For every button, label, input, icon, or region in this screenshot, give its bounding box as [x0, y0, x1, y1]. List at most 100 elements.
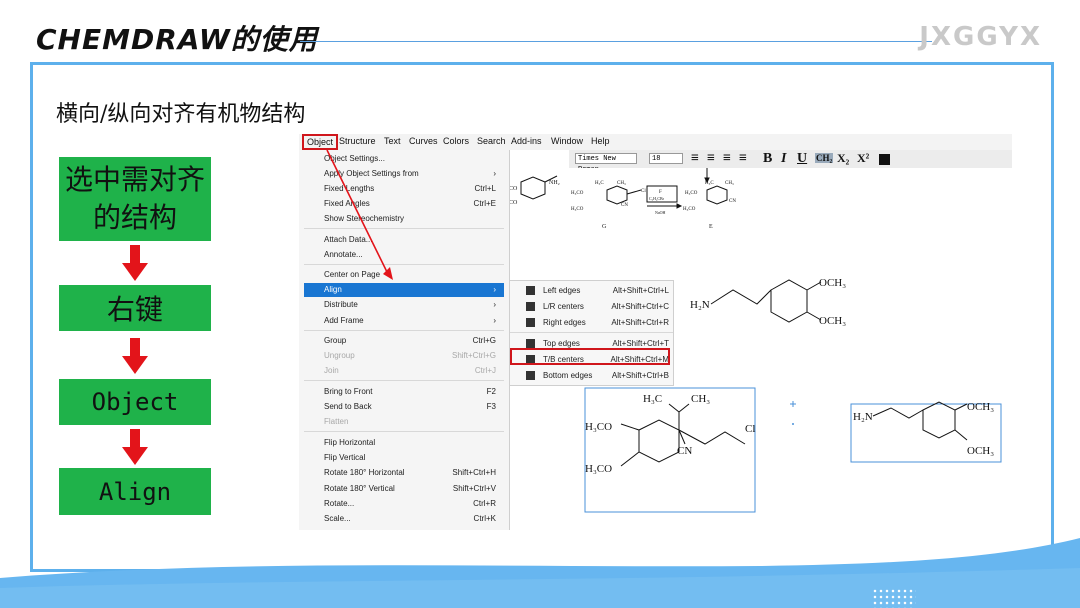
menu-structure[interactable]: Structure [339, 136, 376, 146]
menu-item-rotate-180-vertical[interactable]: Rotate 180° Vertical Shift+Ctrl+V [304, 482, 504, 496]
step-object: Object [59, 379, 211, 425]
slide-title: CHEMDRAW的使用 [36, 23, 318, 56]
italic-icon[interactable]: I [781, 151, 786, 167]
svg-text:H₃CO: H₃CO [571, 191, 584, 196]
menu-item-fixed-angles[interactable]: Fixed Angles Ctrl+E [304, 197, 504, 211]
svg-text:H₃CO: H₃CO [683, 207, 696, 212]
menu-item-flatten: Flatten [324, 417, 349, 426]
align-submenu: Left edges Alt+Shift+Ctrl+L L/R centers Al… [509, 280, 674, 386]
svg-text:CN: CN [677, 445, 692, 457]
submenu-item-bottom-edges[interactable]: Bottom edges Alt+Shift+Ctrl+B [510, 368, 673, 383]
svg-text:CN: CN [621, 203, 628, 208]
menu-text[interactable]: Text [384, 136, 401, 146]
menu-item-rotate-180-horizontal[interactable]: Rotate 180° Horizontal Shift+Ctrl+H [304, 466, 504, 480]
submenu-item-right-edges[interactable]: Right edges Alt+Shift+Ctrl+R [510, 315, 673, 330]
align-center-icon[interactable]: ≡ [707, 151, 715, 167]
reagent-label: C₂H₅CBr [649, 196, 665, 201]
svg-text:CO: CO [509, 186, 518, 192]
svg-text:CN: CN [729, 199, 736, 204]
brand-logo: JXGGYX [919, 22, 1042, 52]
menu-curves[interactable]: Curves [409, 136, 438, 146]
menu-item-flip-horizontal[interactable]: Flip Horizontal [304, 436, 504, 450]
submenu-item-left-edges[interactable]: Left edges Alt+Shift+Ctrl+L [510, 283, 673, 298]
menu-item-bring-to-front[interactable]: Bring to Front F2 [304, 385, 504, 399]
menu-divider [304, 431, 504, 432]
arrow-down-icon [122, 429, 148, 465]
svg-text:NH₂: NH₂ [549, 180, 560, 186]
font-select[interactable]: Times New Roman [575, 153, 637, 174]
svg-text:CO: CO [509, 200, 518, 206]
menu-item-attach-data[interactable]: Attach Data... [304, 233, 504, 247]
menu-item-group[interactable]: Group Ctrl+G [304, 334, 504, 348]
format-toolbar: Times New Roman 18 ≡ ≡ ≡ ≡ B I U CH₂ X₂ … [569, 150, 1012, 174]
align-left-icon[interactable]: ≡ [691, 151, 699, 167]
menu-divider [304, 380, 504, 381]
menu-colors[interactable]: Colors [443, 136, 469, 146]
svg-text:H₃CO: H₃CO [585, 421, 612, 433]
menu-item-fixed-lengths[interactable]: Fixed Lengths Ctrl+L [304, 182, 504, 196]
align-left-edges-icon [526, 286, 535, 295]
svg-text:CH₃: CH₃ [617, 181, 626, 186]
svg-text:H₃C: H₃C [595, 181, 604, 186]
color-swatch-icon[interactable] [879, 154, 890, 165]
title-divider [300, 41, 932, 42]
scheme-label: E [709, 224, 713, 230]
object-menu: Object Settings... Apply Object Settings… [299, 150, 510, 530]
footer-wave [0, 538, 1080, 608]
menu-search[interactable]: Search [477, 136, 506, 146]
menu-item-object-settings[interactable]: Object Settings... [304, 152, 504, 166]
menu-item-center-on-page[interactable]: Center on Page [304, 268, 504, 282]
menu-item-show-stereochemistry[interactable]: Show Stereochemistry [304, 212, 504, 226]
arrow-down-icon [122, 338, 148, 374]
svg-text:Cl: Cl [641, 189, 646, 194]
reagent-label: F [659, 190, 662, 195]
menu-object[interactable]: Object [302, 134, 339, 150]
menu-item-distribute[interactable]: Distribute › [304, 298, 504, 312]
menu-item-join: Join Ctrl+J [324, 366, 496, 375]
menu-window[interactable]: Window [551, 136, 583, 146]
menu-addins[interactable]: Add-ins [511, 136, 542, 146]
align-bottom-edges-icon [526, 371, 535, 380]
step-align: Align [59, 468, 211, 515]
subscript-icon[interactable]: X₂ [837, 151, 849, 166]
formula-icon[interactable]: CH₂ [815, 153, 834, 163]
menu-item-add-frame[interactable]: Add Frame › [304, 314, 504, 328]
chemdraw-window: Object Structure Text Curves Colors Sear… [299, 134, 1012, 530]
menu-item-annotate[interactable]: Annotate... [304, 248, 504, 262]
menu-help[interactable]: Help [591, 136, 610, 146]
submenu-item-lr-centers[interactable]: L/R centers Alt+Shift+Ctrl+C [510, 299, 673, 314]
superscript-icon[interactable]: X² [857, 151, 869, 166]
scheme-label: G [602, 224, 607, 230]
svg-text:H₃CO: H₃CO [585, 463, 612, 475]
menu-divider [510, 332, 673, 333]
menu-item-align[interactable]: Align › [304, 283, 504, 297]
menu-divider [304, 264, 504, 265]
step-right-click: 右键 [59, 285, 211, 331]
svg-text:OCH₃: OCH₃ [819, 315, 846, 327]
menu-item-ungroup: Ungroup Shift+Ctrl+G [324, 351, 496, 360]
align-lr-centers-icon [526, 302, 535, 311]
svg-text:H₂N: H₂N [853, 411, 873, 423]
menu-item-scale[interactable]: Scale... Ctrl+K [304, 512, 504, 526]
svg-text:H₃CO: H₃CO [685, 191, 698, 196]
svg-text:H₃C: H₃C [643, 393, 662, 405]
justify-icon[interactable]: ≡ [739, 151, 747, 167]
svg-text:Cl: Cl [745, 423, 755, 435]
bold-icon[interactable]: B [763, 151, 772, 167]
svg-text:OCH₃: OCH₃ [967, 401, 994, 413]
svg-text:H₂N: H₂N [690, 299, 710, 311]
align-right-icon[interactable]: ≡ [723, 151, 731, 167]
svg-text:H₃CO: H₃CO [571, 207, 584, 212]
size-select[interactable]: 18 [649, 153, 683, 164]
menu-item-flip-vertical[interactable]: Flip Vertical [304, 451, 504, 465]
svg-text:CH₃: CH₃ [691, 393, 710, 405]
reagent-label: NaOH [655, 210, 666, 215]
menu-item-apply-object-settings[interactable]: Apply Object Settings from › [304, 167, 504, 181]
menu-item-send-to-back[interactable]: Send to Back F3 [304, 400, 504, 414]
decorative-dots [872, 588, 916, 608]
tb-centers-highlight [510, 348, 670, 365]
align-right-edges-icon [526, 318, 535, 327]
underline-icon[interactable]: U [797, 151, 807, 167]
align-top-edges-icon [526, 339, 535, 348]
menu-item-rotate[interactable]: Rotate... Ctrl+R [304, 497, 504, 511]
